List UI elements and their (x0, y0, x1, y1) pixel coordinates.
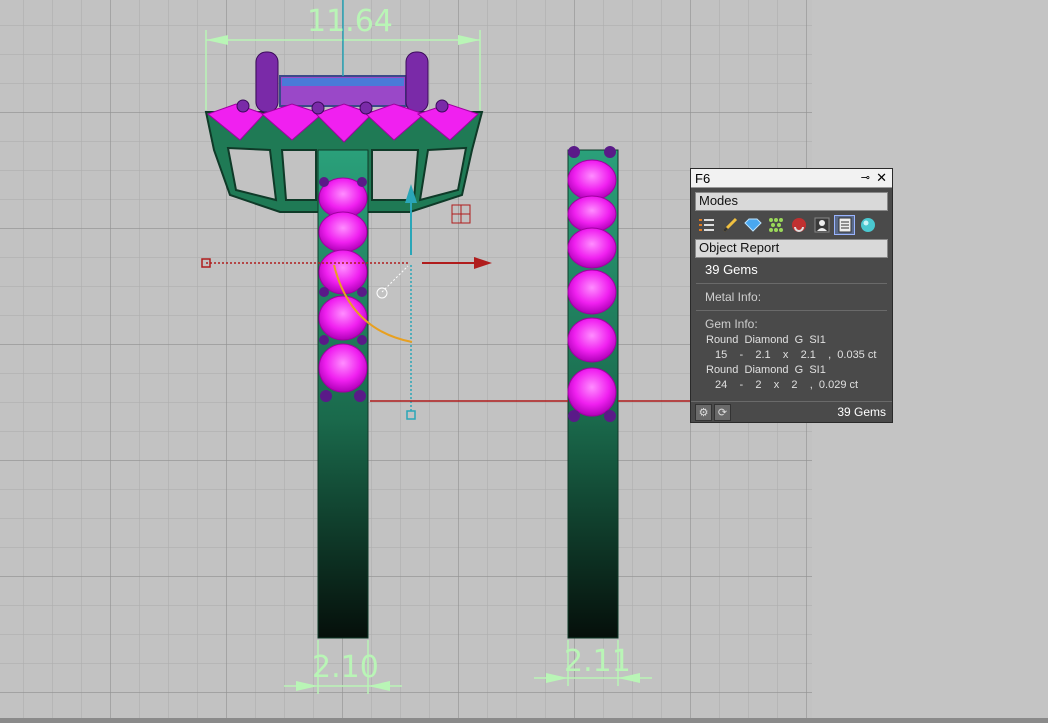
dimension-left-shank-label: 2.10 (312, 650, 379, 685)
panel-footer: ⚙ ⟳ 39 Gems (691, 401, 892, 422)
render-sphere-icon[interactable] (857, 215, 878, 235)
ring-front-view[interactable] (567, 146, 619, 639)
divider (696, 283, 887, 284)
gem-desc: Round Diamond G SI1 (706, 334, 826, 346)
gem-mode-icon[interactable] (742, 215, 763, 235)
modes-header: Modes (695, 192, 888, 211)
settings-gear-icon[interactable]: ⚙ (695, 403, 712, 421)
pave-mode-icon[interactable] (765, 215, 786, 235)
pencil-mode-icon[interactable] (719, 215, 740, 235)
gem-dims: 24 - 2 x 2 , 0.029 ct (715, 379, 859, 391)
gem-desc: Round Diamond G SI1 (706, 364, 826, 376)
panel-title: F6 (695, 171, 711, 186)
divider (696, 310, 887, 311)
gem-dims: 15 - 2.1 x 2.1 , 0.035 ct (715, 349, 877, 361)
object-report-panel[interactable]: F6 ⊸ ✕ Modes Object Report 39 Gems Metal… (690, 168, 893, 423)
dimension-top-label: 11.64 (307, 4, 393, 39)
gem-info-label: Gem Info: (705, 317, 758, 331)
metal-info-label: Metal Info: (705, 290, 762, 304)
dimension-right-shank-label: 2.11 (564, 644, 631, 679)
list-mode-icon[interactable] (696, 215, 717, 235)
user-mode-icon[interactable] (811, 215, 832, 235)
footer-gem-total: 39 Gems (837, 405, 886, 419)
modes-toolbar (691, 211, 892, 237)
object-report-header: Object Report (695, 239, 888, 258)
gem-list: Round Diamond G SI1 15 - 2.1 x 2.1 , 0.0… (691, 333, 892, 393)
close-icon[interactable]: ✕ (876, 170, 887, 186)
magnet-mode-icon[interactable] (788, 215, 809, 235)
pin-icon[interactable]: ⊸ (861, 171, 870, 184)
report-mode-icon[interactable] (834, 215, 855, 235)
gem-count: 39 Gems (705, 262, 758, 277)
panel-titlebar[interactable]: F6 ⊸ ✕ (691, 169, 892, 188)
refresh-icon[interactable]: ⟳ (714, 403, 731, 421)
